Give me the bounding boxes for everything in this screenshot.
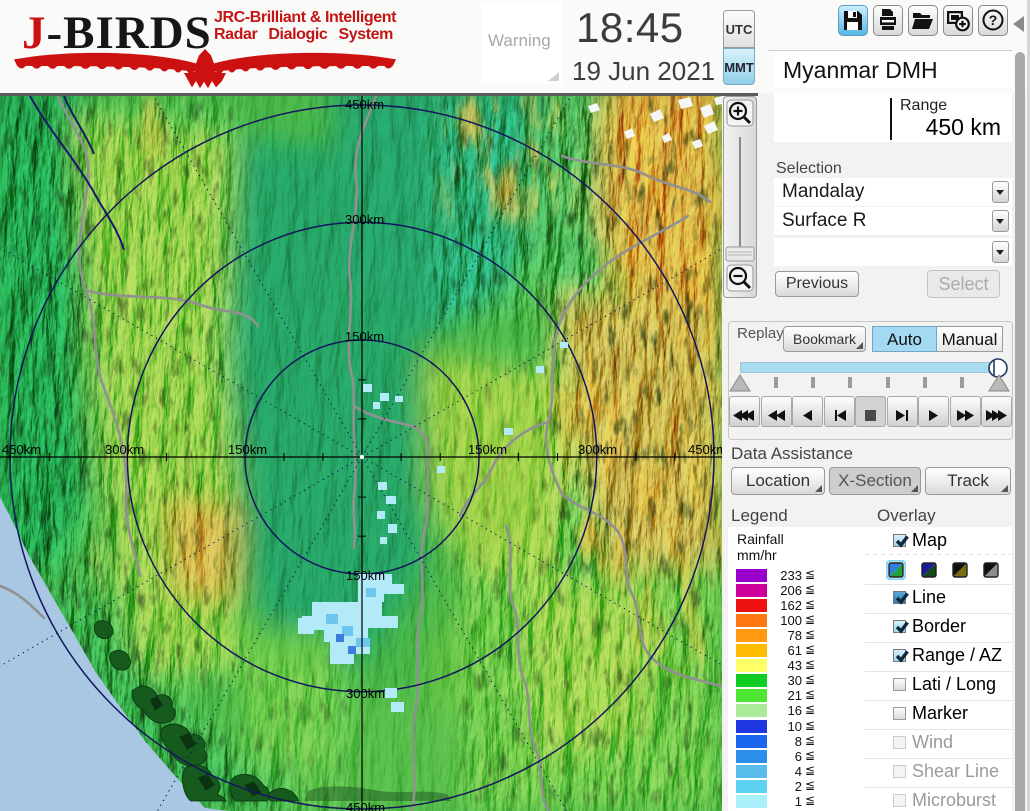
svg-text:450km: 450km: [688, 442, 722, 457]
svg-text:?: ?: [989, 12, 998, 28]
svg-text:450km: 450km: [346, 800, 385, 811]
svg-text:150km: 150km: [228, 442, 267, 457]
svg-text:300km: 300km: [345, 212, 384, 227]
svg-text:300km: 300km: [105, 442, 144, 457]
svg-text:300km: 300km: [346, 686, 385, 701]
svg-text:150km: 150km: [468, 442, 507, 457]
svg-text:150km: 150km: [345, 329, 384, 344]
svg-text:150km: 150km: [346, 568, 385, 583]
svg-text:300km: 300km: [578, 442, 617, 457]
svg-text:450km: 450km: [2, 442, 41, 457]
